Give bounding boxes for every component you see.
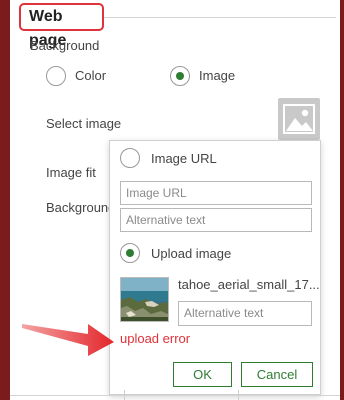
- uploaded-filename: tahoe_aerial_small_17...: [178, 277, 320, 292]
- image-icon[interactable]: [278, 98, 320, 140]
- window-frame-left: [0, 0, 10, 400]
- radio-color-label[interactable]: Color: [75, 68, 106, 83]
- tahoe-thumbnail-image: [120, 277, 169, 322]
- window-frame-right: [340, 0, 344, 400]
- radio-color[interactable]: [46, 66, 66, 86]
- section-divider: [100, 17, 336, 18]
- image-url-input[interactable]: Image URL: [120, 181, 312, 205]
- footer-divider-tick: [124, 390, 125, 400]
- image-fit-label: Image fit: [46, 165, 96, 180]
- footer-divider-tick: [238, 390, 239, 400]
- upload-alt-text-input[interactable]: Alternative text: [178, 301, 312, 326]
- radio-upload-image-label[interactable]: Upload image: [151, 246, 231, 261]
- image-picker-popup: Image URL Image URL Alternative text Upl…: [109, 140, 321, 395]
- image-url-alt-text-input[interactable]: Alternative text: [120, 208, 312, 232]
- red-arrow-icon: [22, 324, 114, 356]
- background-label: Background: [46, 200, 116, 215]
- upload-error-message: upload error: [120, 331, 191, 346]
- select-image-label: Select image: [46, 116, 122, 131]
- ok-button[interactable]: OK: [173, 362, 232, 387]
- footer-divider: [10, 395, 340, 396]
- radio-upload-image[interactable]: [120, 243, 140, 263]
- radio-image[interactable]: [170, 66, 190, 86]
- background-type-label: Background: [30, 38, 100, 53]
- radio-image-label[interactable]: Image: [199, 68, 235, 83]
- radio-image-url-label[interactable]: Image URL: [151, 151, 217, 166]
- radio-image-url[interactable]: [120, 148, 140, 168]
- section-title[interactable]: Web page: [19, 3, 104, 49]
- cancel-button[interactable]: Cancel: [241, 362, 313, 387]
